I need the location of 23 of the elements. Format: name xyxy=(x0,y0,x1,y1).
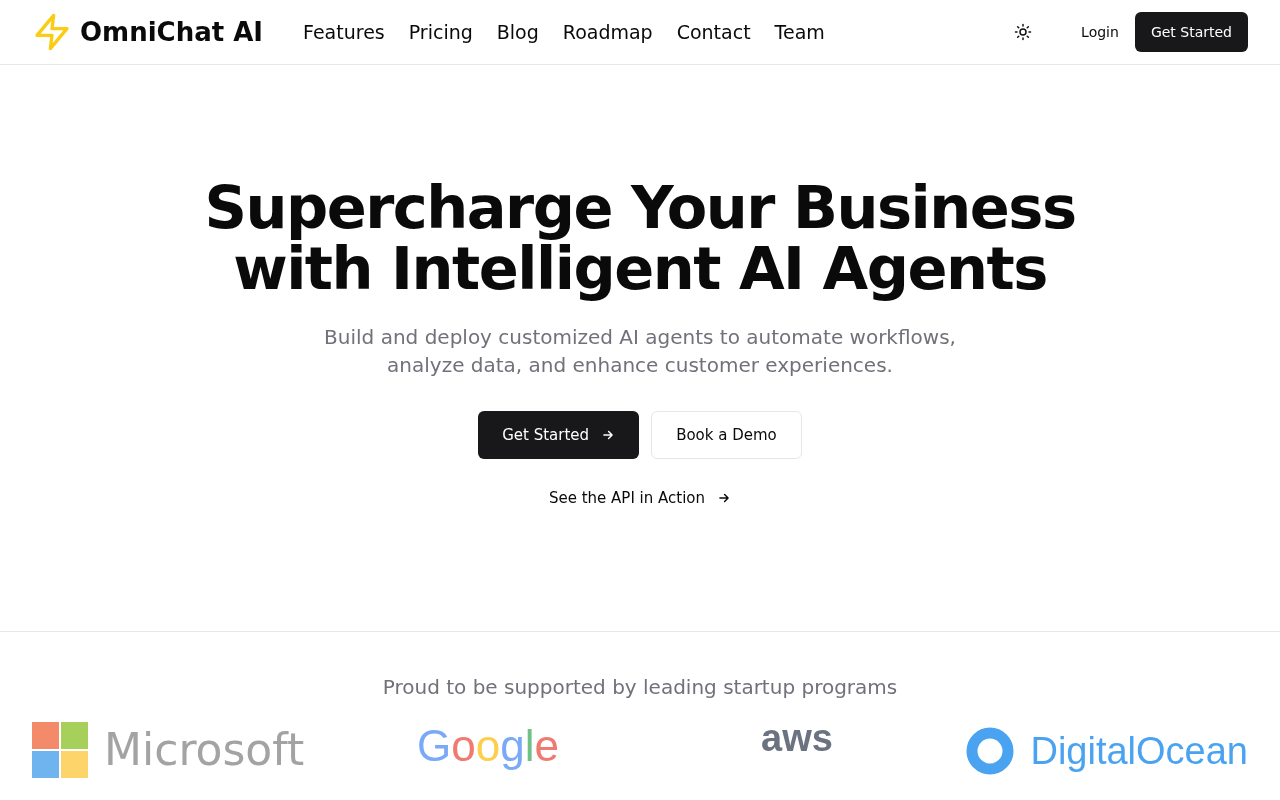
nav-link[interactable]: Blog xyxy=(496,17,539,47)
nav-link[interactable]: Team xyxy=(774,17,825,47)
get-started-button[interactable]: Get Started xyxy=(478,411,640,459)
ring-icon xyxy=(966,727,1015,775)
logo-wordmark: aws xyxy=(760,719,833,757)
nav-link[interactable]: Contact xyxy=(676,17,751,47)
login-link[interactable]: Login xyxy=(1065,14,1135,50)
logo-wordmark: Google xyxy=(417,724,559,768)
nav-link[interactable]: Features xyxy=(303,17,385,47)
arrow-right-icon xyxy=(601,428,616,442)
nav-link[interactable]: Pricing xyxy=(408,17,473,47)
supporters-heading: Proud to be supported by leading startup programs xyxy=(382,674,898,701)
hero-title: Supercharge Your Business with Intelligent AI Agents xyxy=(204,177,1076,299)
lightning-bolt-icon xyxy=(32,12,72,52)
logo-wordmark: DigitalOcean xyxy=(1030,732,1248,770)
api-link[interactable]: See the API in Action xyxy=(548,487,732,510)
nav-link[interactable]: Roadmap xyxy=(562,17,653,47)
brand-name[interactable]: OmniChat AI xyxy=(80,12,264,52)
book-demo-button[interactable]: Book a Demo xyxy=(651,411,802,459)
get-started-button[interactable]: Get Started xyxy=(1134,12,1248,52)
windows-squares-icon xyxy=(32,722,88,778)
hero-subtitle: Build and deploy customized AI agents to automate workflows, analyze data, and enhance customer experiences. xyxy=(323,324,957,379)
logo-wordmark: Microsoft xyxy=(104,728,305,772)
